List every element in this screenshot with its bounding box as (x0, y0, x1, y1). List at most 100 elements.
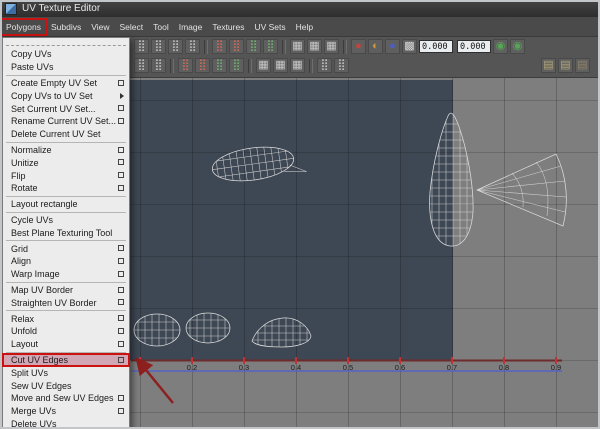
cut-uv-tool-icon[interactable]: ▦ (290, 39, 305, 54)
flip-v-icon[interactable]: ⣿ (229, 39, 244, 54)
menu-item-cut-uv-edges[interactable]: Cut UV Edges (2, 352, 130, 368)
menu-item[interactable]: Paste UVs (3, 61, 129, 74)
distortion-display-icon[interactable]: ⣿ (229, 58, 244, 73)
menu-item[interactable]: Unitize (3, 156, 129, 169)
option-box-icon[interactable] (118, 340, 124, 347)
menu-subdivs[interactable]: Subdivs (47, 20, 85, 34)
paste-uv-icon[interactable]: ▤ (558, 58, 573, 73)
isolate-select-icon[interactable]: ⣿ (317, 58, 332, 73)
option-box-icon[interactable] (118, 184, 124, 191)
pin-uv-icon[interactable]: ⣿ (178, 58, 193, 73)
menu-item[interactable]: Move and Sew UV Edges (3, 392, 129, 405)
toolbar-icon[interactable] (204, 39, 208, 54)
menu-item[interactable]: Layout rectangle (3, 198, 129, 211)
menu-item[interactable]: Copy UVs to UV Set (3, 89, 129, 102)
menu-item[interactable]: Layout (3, 338, 129, 351)
menu-view[interactable]: View (87, 20, 113, 34)
menu-item[interactable]: Delete Current UV Set (3, 128, 129, 141)
option-box-icon[interactable] (118, 315, 124, 322)
menu-uv-sets[interactable]: UV Sets (250, 20, 289, 34)
menu-polygons[interactable]: Polygons (0, 17, 47, 36)
checker-display-icon[interactable]: ▩ (402, 39, 417, 54)
sew-uv-tool-icon[interactable]: ▦ (307, 39, 322, 54)
toolbar-icon[interactable] (343, 39, 347, 54)
option-box-icon[interactable] (118, 286, 124, 293)
paste-uv-option-icon[interactable]: ▤ (575, 58, 590, 73)
grid-snap-icon[interactable]: ▦ (324, 39, 339, 54)
title-bar[interactable]: UV Texture Editor (0, 0, 600, 17)
uv-scale-icon[interactable]: ⣿ (168, 39, 183, 54)
texture-display-icon[interactable]: ▦ (290, 58, 305, 73)
update-uv-icon[interactable]: ◉ (510, 39, 525, 54)
menu-item[interactable]: Merge UVs (3, 405, 129, 418)
menu-item[interactable]: Split UVs (3, 366, 129, 379)
uv-shell-fin-1[interactable] (133, 310, 181, 350)
menu-item[interactable]: Flip (3, 169, 129, 182)
menu-tool[interactable]: Tool (149, 20, 173, 34)
uv-shell-body[interactable] (210, 137, 308, 190)
isolate-add-icon[interactable]: ⣿ (334, 58, 349, 73)
uv-shell-fin-3[interactable] (250, 312, 313, 352)
rotate-uv-ccw-icon[interactable]: ⣿ (246, 39, 261, 54)
menu-item[interactable]: Delete UVs (3, 418, 129, 429)
menu-item[interactable]: Set Current UV Set... (3, 102, 129, 115)
flip-u-icon[interactable]: ⣿ (212, 39, 227, 54)
uv-shell-tail[interactable] (425, 110, 478, 250)
u-value-input[interactable] (419, 40, 453, 53)
select-face-icon[interactable]: ⣿ (134, 58, 149, 73)
option-box-icon[interactable] (118, 159, 124, 166)
toolbar-icon[interactable] (282, 39, 286, 54)
menu-item[interactable]: Straighten UV Border (3, 296, 129, 309)
menu-image[interactable]: Image (175, 20, 207, 34)
texture-ramp-icon[interactable]: ◐ (368, 39, 383, 54)
menu-item[interactable]: Copy UVs (3, 48, 129, 61)
option-box-icon[interactable] (118, 245, 124, 252)
menu-select[interactable]: Select (116, 20, 148, 34)
uv-rotate-icon[interactable]: ⣿ (151, 39, 166, 54)
refresh-uv-icon[interactable]: ◉ (493, 39, 508, 54)
menu-item[interactable]: Warp Image (3, 268, 129, 281)
rotate-uv-cw-icon[interactable]: ⣿ (263, 39, 278, 54)
menu-item[interactable]: Relax (3, 312, 129, 325)
option-box-icon[interactable] (118, 299, 124, 306)
option-box-icon[interactable] (118, 257, 124, 264)
tile-display-icon[interactable]: ▦ (256, 58, 271, 73)
texture-red-icon[interactable]: ● (351, 39, 366, 54)
select-edge-icon[interactable]: ⣿ (151, 58, 166, 73)
option-box-icon[interactable] (118, 394, 124, 401)
menu-item[interactable]: Cycle UVs (3, 214, 129, 227)
menu-item[interactable]: Best Plane Texturing Tool (3, 226, 129, 239)
uv-move-icon[interactable]: ⣿ (134, 39, 149, 54)
menu-item[interactable]: Map UV Border (3, 284, 129, 297)
menu-help[interactable]: Help (292, 20, 317, 34)
toolbar-icon[interactable] (309, 58, 313, 73)
toolbar-icon[interactable] (248, 58, 252, 73)
option-box-icon[interactable] (118, 270, 124, 277)
copy-uv-icon[interactable]: ▤ (541, 58, 556, 73)
overlap-display-icon[interactable]: ⣿ (212, 58, 227, 73)
option-box-icon[interactable] (118, 407, 124, 414)
menu-item[interactable]: Grid (3, 242, 129, 255)
menu-item[interactable]: Create Empty UV Set (3, 77, 129, 90)
option-box-icon[interactable] (118, 327, 124, 334)
option-box-icon[interactable] (118, 146, 124, 153)
menu-item[interactable]: Rename Current UV Set... (3, 115, 129, 128)
uv-shell-fin-2[interactable] (185, 310, 231, 348)
option-box-icon[interactable] (118, 105, 124, 112)
toolbar-icon[interactable] (170, 58, 174, 73)
menu-textures[interactable]: Textures (208, 20, 248, 34)
menu-item[interactable]: Unfold (3, 325, 129, 338)
menu-tearoff-handle[interactable] (6, 40, 126, 46)
option-box-icon[interactable] (118, 79, 124, 86)
uv-lattice-icon[interactable]: ⣿ (185, 39, 200, 54)
menu-item[interactable]: Align (3, 255, 129, 268)
border-display-icon[interactable]: ▦ (273, 58, 288, 73)
menu-item[interactable]: Normalize (3, 144, 129, 157)
menu-item[interactable]: Sew UV Edges (3, 379, 129, 392)
texture-blue-icon[interactable]: ● (385, 39, 400, 54)
option-box-icon[interactable] (118, 117, 124, 124)
v-value-input[interactable] (457, 40, 491, 53)
menu-item[interactable]: Rotate (3, 182, 129, 195)
unpin-uv-icon[interactable]: ⣿ (195, 58, 210, 73)
option-box-icon[interactable] (118, 356, 124, 363)
